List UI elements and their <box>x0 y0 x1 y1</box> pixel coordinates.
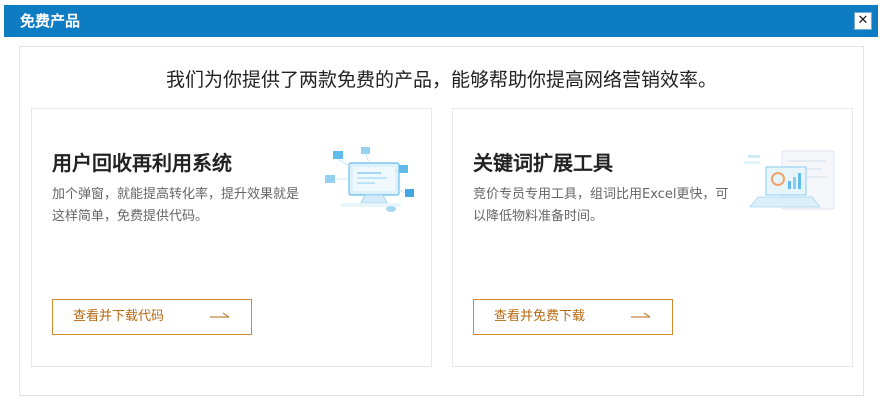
view-download-code-button[interactable]: 查看并下载代码 <box>52 299 252 335</box>
dialog-title: 免费产品 <box>20 12 81 30</box>
card-title: 用户回收再利用系统 <box>52 151 232 175</box>
card-description: 竞价专员专用工具，组词比用Excel更快，可以降低物料准备时间。 <box>473 187 729 224</box>
monitor-network-illustration <box>325 147 414 212</box>
button-label: 查看并免费下载 <box>494 309 586 324</box>
product-card-recycle-system: 用户回收再利用系统 加个弹窗，就能提高转化率，提升效果就是这样简单，免费提供代码… <box>31 108 432 367</box>
close-button[interactable]: ✕ <box>854 12 872 30</box>
dialog-content: 我们为你提供了两款免费的产品，能够帮助你提高网络营销效率。 用户回收再利用系统 … <box>19 46 864 396</box>
right-arrow-icon <box>210 312 230 318</box>
card-title: 关键词扩展工具 <box>473 151 613 175</box>
card-description: 加个弹窗，就能提高转化率，提升效果就是这样简单，免费提供代码。 <box>52 187 300 224</box>
button-label: 查看并下载代码 <box>73 309 165 324</box>
right-arrow-icon <box>631 312 651 318</box>
close-icon: ✕ <box>857 13 869 28</box>
dialog-titlebar: 免费产品 ✕ <box>4 5 878 37</box>
free-products-dialog: 免费产品 ✕ 我们为你提供了两款免费的产品，能够帮助你提高网络营销效率。 用户回… <box>0 0 882 406</box>
laptop-chart-illustration <box>744 150 835 210</box>
view-free-download-button[interactable]: 查看并免费下载 <box>473 299 673 335</box>
product-card-keyword-tool: 关键词扩展工具 竞价专员专用工具，组词比用Excel更快，可以降低物料准备时间。 <box>452 108 853 367</box>
headline: 我们为你提供了两款免费的产品，能够帮助你提高网络营销效率。 <box>165 69 717 91</box>
